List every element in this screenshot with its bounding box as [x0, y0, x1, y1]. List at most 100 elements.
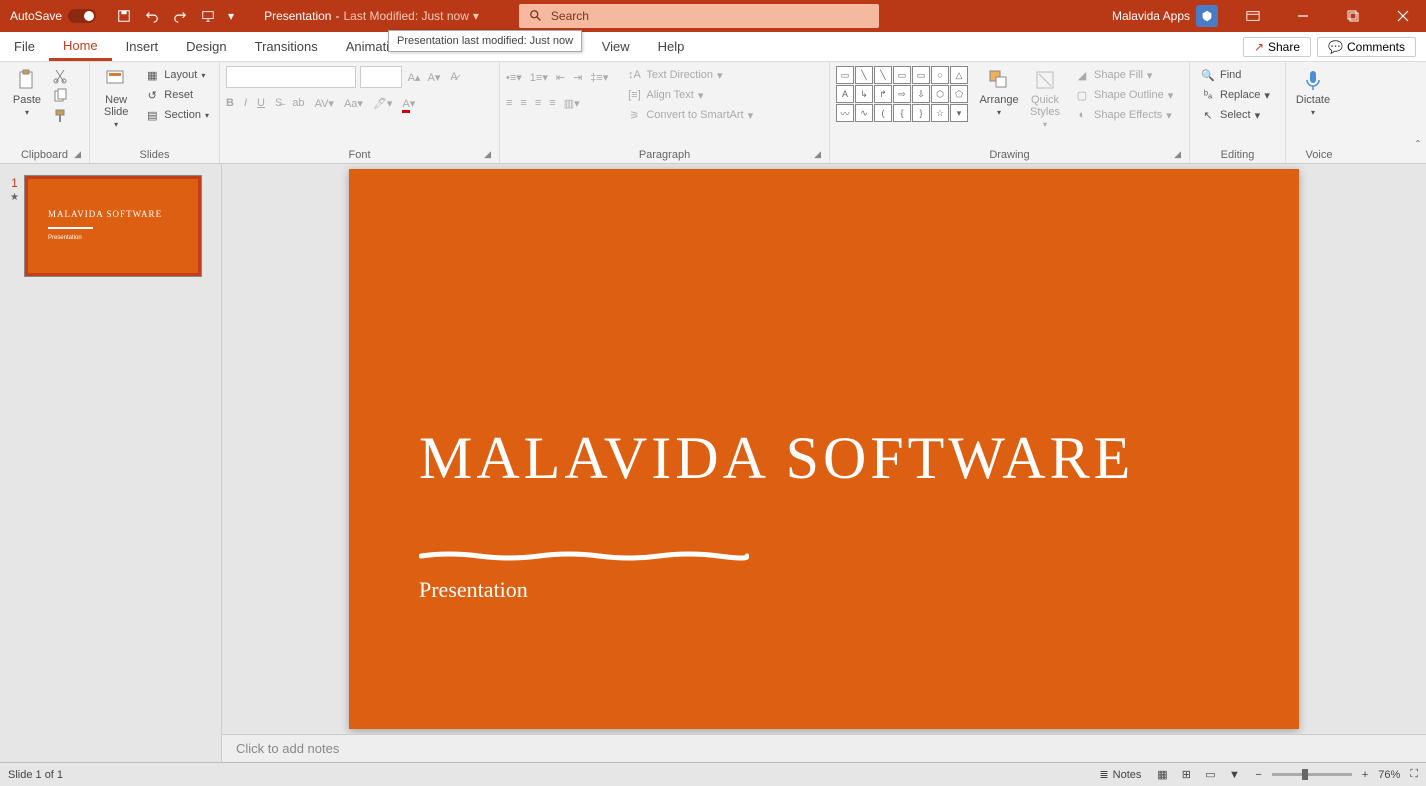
section-button[interactable]: ▤Section▾	[140, 106, 213, 124]
shape-fill-button[interactable]: ◢Shape Fill▾	[1070, 66, 1177, 84]
autosave-label: AutoSave	[10, 9, 62, 23]
shapes-gallery[interactable]: ▭╲╲▭▭○△ A↳↱⇨⇩⬡⬠ 〰∿({}☆▾	[836, 66, 974, 122]
search-input[interactable]: Search	[519, 4, 879, 28]
numbering-button[interactable]: 1≡▾	[530, 71, 548, 84]
font-name-combo[interactable]	[226, 66, 356, 88]
slideshow-view-icon[interactable]: ▼	[1223, 766, 1245, 784]
format-painter-icon[interactable]	[52, 108, 68, 124]
doc-name: Presentation	[264, 9, 331, 23]
ribbon-display-icon[interactable]	[1230, 0, 1276, 32]
toggle-switch[interactable]	[68, 9, 96, 23]
clear-format-icon[interactable]: A̷	[446, 69, 462, 85]
paste-button[interactable]: Paste▾	[6, 66, 48, 119]
user-account[interactable]: Malavida Apps	[1104, 5, 1226, 27]
highlight-color-button[interactable]: 🖊▾	[373, 97, 393, 110]
font-color-button[interactable]: A▾	[402, 97, 415, 110]
save-icon[interactable]	[116, 8, 132, 24]
shape-effects-button[interactable]: ◐Shape Effects▾	[1070, 106, 1177, 124]
layout-button[interactable]: ▦Layout▾	[140, 66, 213, 84]
close-icon[interactable]	[1380, 0, 1426, 32]
text-direction-button[interactable]: ↕AText Direction▾	[622, 66, 757, 84]
outdent-button[interactable]: ⇤	[556, 71, 565, 84]
font-size-combo[interactable]	[360, 66, 402, 88]
tab-insert[interactable]: Insert	[112, 32, 173, 61]
select-button[interactable]: ↖Select▾	[1196, 106, 1274, 124]
slideshow-start-icon[interactable]	[200, 8, 216, 24]
autosave-toggle[interactable]: AutoSave	[0, 9, 106, 23]
workspace: 1 ★ MALAVIDA SOFTWARE Presentation MALAV…	[0, 164, 1426, 762]
zoom-slider[interactable]	[1272, 773, 1352, 776]
launcher-icon[interactable]: ◢	[74, 149, 81, 160]
cut-icon[interactable]	[52, 68, 68, 84]
launcher-icon[interactable]: ◢	[814, 149, 821, 160]
shadow-button[interactable]: ab	[292, 97, 304, 109]
zoom-level[interactable]: 76%	[1378, 769, 1400, 781]
align-text-button[interactable]: [≡]Align Text▾	[622, 86, 757, 104]
italic-button[interactable]: I	[244, 97, 247, 109]
indent-button[interactable]: ⇥	[573, 71, 582, 84]
increase-font-icon[interactable]: A▴	[406, 69, 422, 85]
strike-button[interactable]: S̶	[275, 97, 282, 109]
slide-thumbnail[interactable]: MALAVIDA SOFTWARE Presentation	[25, 176, 201, 276]
align-right-button[interactable]: ≡	[535, 97, 541, 109]
align-left-button[interactable]: ≡	[506, 97, 512, 109]
normal-view-icon[interactable]: ▦	[1151, 766, 1173, 784]
qat-dropdown-icon[interactable]: ▾	[228, 9, 234, 23]
tab-help[interactable]: Help	[644, 32, 699, 61]
tab-home[interactable]: Home	[49, 32, 112, 61]
fit-to-window-icon[interactable]: ⛶	[1410, 768, 1418, 781]
columns-button[interactable]: ▥▾	[564, 97, 580, 110]
tab-design[interactable]: Design	[172, 32, 240, 61]
reset-button[interactable]: ↺Reset	[140, 86, 213, 104]
tab-file[interactable]: File	[0, 32, 49, 61]
slide-title[interactable]: MALAVIDA SOFTWARE	[419, 424, 1134, 493]
notes-icon: ≣	[1099, 768, 1108, 781]
slide-subtitle[interactable]: Presentation	[419, 577, 528, 603]
reading-view-icon[interactable]: ▭	[1199, 766, 1221, 784]
dictate-button[interactable]: Dictate▾	[1292, 66, 1334, 119]
convert-smartart-button[interactable]: ⚞Convert to SmartArt▾	[622, 106, 757, 124]
user-avatar-icon	[1196, 5, 1218, 27]
shape-outline-button[interactable]: ▢Shape Outline▾	[1070, 86, 1177, 104]
underline-button[interactable]: U	[257, 97, 265, 109]
quick-access-toolbar: ▾	[106, 8, 244, 24]
undo-icon[interactable]	[144, 8, 160, 24]
share-button[interactable]: ↗Share	[1243, 37, 1311, 57]
new-slide-button[interactable]: New Slide▾	[96, 66, 136, 131]
copy-icon[interactable]	[52, 88, 68, 104]
zoom-in-button[interactable]: +	[1362, 769, 1368, 781]
find-button[interactable]: 🔍Find	[1196, 66, 1274, 84]
collapse-ribbon-icon[interactable]: ˆ	[1416, 138, 1420, 152]
line-spacing-button[interactable]: ‡≡▾	[590, 71, 608, 84]
ribbon: Paste▾ Clipboard◢ New Slide▾ ▦Layout▾ ↺R…	[0, 62, 1426, 164]
bold-button[interactable]: B	[226, 97, 234, 109]
select-icon: ↖	[1200, 107, 1216, 123]
tab-transitions[interactable]: Transitions	[241, 32, 332, 61]
comments-button[interactable]: 💬Comments	[1317, 37, 1416, 57]
align-center-button[interactable]: ≡	[520, 97, 526, 109]
launcher-icon[interactable]: ◢	[484, 149, 491, 160]
minimize-icon[interactable]	[1280, 0, 1326, 32]
redo-icon[interactable]	[172, 8, 188, 24]
layout-icon: ▦	[144, 67, 160, 83]
canvas-area[interactable]: MALAVIDA SOFTWARE Presentation	[222, 164, 1426, 734]
bullets-button[interactable]: •≡▾	[506, 71, 522, 84]
spacing-button[interactable]: AV▾	[315, 97, 334, 110]
notes-toggle[interactable]: ≣Notes	[1099, 768, 1141, 781]
zoom-out-button[interactable]: −	[1255, 769, 1261, 781]
search-placeholder: Search	[551, 9, 589, 23]
tab-view[interactable]: View	[588, 32, 644, 61]
justify-button[interactable]: ≡	[549, 97, 555, 109]
document-title[interactable]: Presentation - Last Modified: Just now ▾	[244, 9, 499, 23]
decrease-font-icon[interactable]: A▾	[426, 69, 442, 85]
slide-canvas[interactable]: MALAVIDA SOFTWARE Presentation	[349, 169, 1299, 729]
case-button[interactable]: Aa▾	[344, 97, 363, 110]
replace-button[interactable]: ᵇₐReplace▾	[1196, 86, 1274, 104]
launcher-icon[interactable]: ◢	[1174, 149, 1181, 160]
fill-icon: ◢	[1074, 67, 1090, 83]
maximize-icon[interactable]	[1330, 0, 1376, 32]
notes-input[interactable]: Click to add notes	[222, 734, 1426, 762]
arrange-button[interactable]: Arrange▾	[978, 66, 1020, 119]
quick-styles-button[interactable]: Quick Styles▾	[1024, 66, 1066, 131]
sorter-view-icon[interactable]: ⊞	[1175, 766, 1197, 784]
